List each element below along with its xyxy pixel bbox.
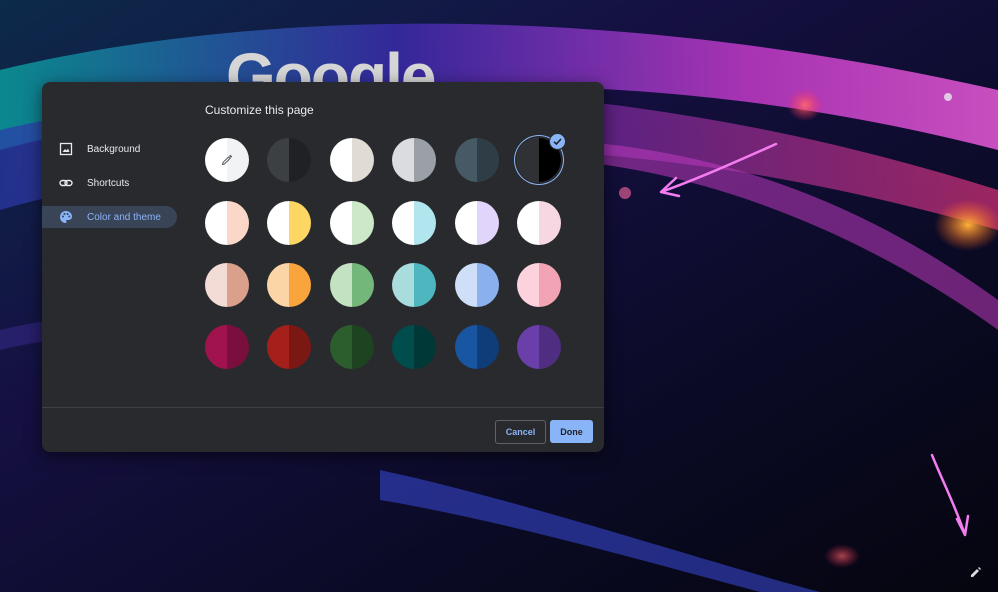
swatch-right-half [352, 138, 374, 182]
swatch-left-half [455, 138, 477, 182]
theme-swatch-sky-blue[interactable] [455, 263, 499, 307]
done-button[interactable]: Done [550, 420, 593, 443]
swatch-left-half [330, 138, 352, 182]
swatch-left-half [392, 263, 414, 307]
nav-item-color-and-theme[interactable]: Color and theme [42, 206, 177, 228]
theme-swatch-violet[interactable] [517, 325, 561, 369]
swatch-left-half [330, 263, 352, 307]
swatch-right-half [289, 201, 311, 245]
theme-swatch-blue-gray[interactable] [455, 138, 499, 182]
swatch-right-half [289, 325, 311, 369]
nav-item-label: Shortcuts [87, 177, 130, 189]
swatch-left-half [455, 325, 477, 369]
nav-item-label: Background [87, 143, 141, 155]
swatch-left-half [330, 325, 352, 369]
swatch-right-half [477, 201, 499, 245]
swatch-left-half [392, 325, 414, 369]
swatch-right-half [414, 201, 436, 245]
theme-swatch-light-aqua[interactable] [392, 201, 436, 245]
swatch-left-half [267, 138, 289, 182]
swatch-right-half [227, 201, 249, 245]
swatch-right-half [352, 325, 374, 369]
swatch-right-half [539, 263, 561, 307]
swatch-right-half [289, 138, 311, 182]
swatch-left-half [267, 201, 289, 245]
theme-swatch-pink[interactable] [517, 263, 561, 307]
theme-swatch-red[interactable] [267, 325, 311, 369]
dialog-divider [42, 407, 604, 408]
swatch-left-half [205, 263, 227, 307]
swatch-right-half [414, 138, 436, 182]
theme-swatch-custom-color[interactable] [205, 138, 249, 182]
nav-item-shortcuts[interactable]: Shortcuts [42, 172, 177, 194]
theme-swatch-dark-teal[interactable] [392, 325, 436, 369]
selected-check-icon [549, 133, 566, 150]
swatch-left-half [455, 263, 477, 307]
swatch-right-half [414, 263, 436, 307]
theme-swatch-dark-gray[interactable] [267, 138, 311, 182]
theme-swatch-magenta[interactable] [205, 325, 249, 369]
cancel-button[interactable]: Cancel [495, 420, 546, 444]
theme-swatch-dark-green[interactable] [330, 325, 374, 369]
theme-swatch-cool-gray[interactable] [392, 138, 436, 182]
swatch-left-half [330, 201, 352, 245]
swatch-left-half [205, 325, 227, 369]
theme-swatch-dark-blue[interactable] [455, 325, 499, 369]
pencil-icon [971, 567, 981, 577]
swatch-left-half [267, 263, 289, 307]
theme-swatch-light-green[interactable] [330, 201, 374, 245]
theme-swatch-orange[interactable] [267, 263, 311, 307]
swatch-right-half [539, 325, 561, 369]
swatch-right-half [352, 263, 374, 307]
theme-swatch-light-lavender[interactable] [455, 201, 499, 245]
customize-chrome-button[interactable] [966, 564, 984, 582]
swatch-right-half [289, 263, 311, 307]
swatch-left-half [517, 138, 539, 182]
image-icon [59, 142, 73, 156]
theme-swatch-light-peach[interactable] [205, 201, 249, 245]
nav-item-background[interactable]: Background [42, 138, 177, 160]
swatch-left-half [517, 263, 539, 307]
link-icon [59, 176, 73, 190]
swatch-left-half [267, 325, 289, 369]
swatch-right-half [477, 325, 499, 369]
theme-swatch-peach[interactable] [205, 263, 249, 307]
color-picker-icon [221, 154, 233, 166]
swatch-right-half [477, 138, 499, 182]
swatch-right-half [352, 201, 374, 245]
nav-item-label: Color and theme [87, 211, 161, 223]
theme-swatch-light-pink[interactable] [517, 201, 561, 245]
swatch-left-half [517, 201, 539, 245]
swatch-right-half [477, 263, 499, 307]
theme-swatch-light-yellow[interactable] [267, 201, 311, 245]
palette-icon [59, 210, 73, 224]
swatch-left-half [392, 138, 414, 182]
swatch-right-half [539, 201, 561, 245]
swatch-left-half [517, 325, 539, 369]
customize-dialog: Customize this page Background Shortcuts… [42, 82, 604, 452]
theme-swatch-green[interactable] [330, 263, 374, 307]
swatch-right-half [227, 263, 249, 307]
theme-swatch-aqua[interactable] [392, 263, 436, 307]
swatch-left-half [455, 201, 477, 245]
dialog-title: Customize this page [205, 103, 314, 117]
swatch-left-half [205, 201, 227, 245]
swatch-right-half [414, 325, 436, 369]
swatch-left-half [392, 201, 414, 245]
theme-swatch-warm-gray[interactable] [330, 138, 374, 182]
swatch-right-half [227, 325, 249, 369]
